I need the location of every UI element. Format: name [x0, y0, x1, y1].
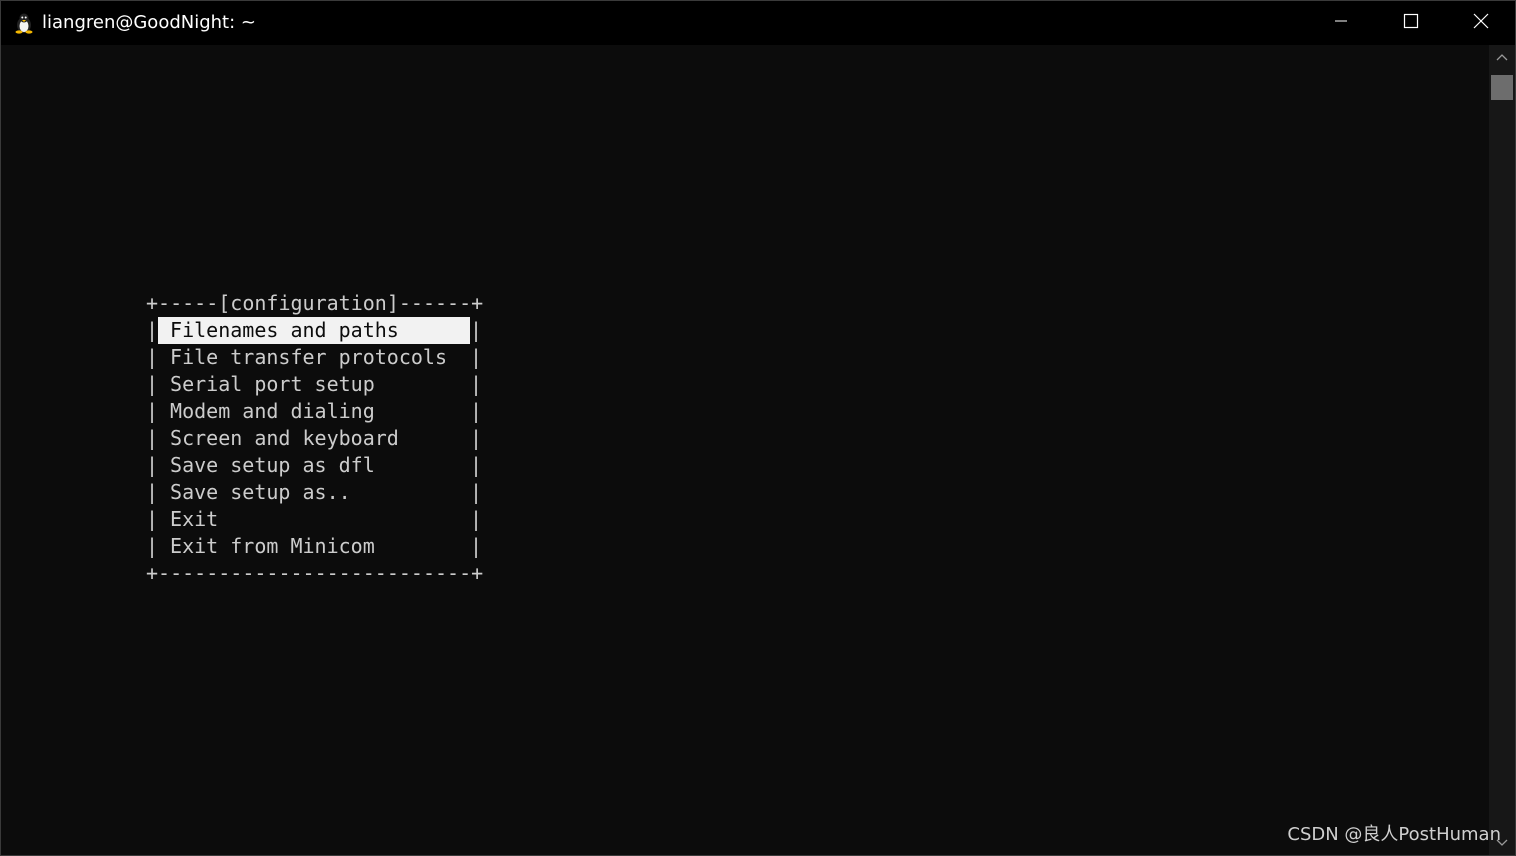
close-button[interactable]	[1446, 1, 1515, 45]
menu-item-label[interactable]: Exit	[158, 506, 470, 533]
vertical-scrollbar[interactable]	[1489, 45, 1515, 855]
window-title: liangren@GoodNight: ~	[42, 12, 256, 33]
menu-border-left: |	[146, 345, 159, 369]
menu-item-label[interactable]: Exit from Minicom	[158, 533, 470, 560]
menu-item[interactable]: | Screen and keyboard |	[146, 425, 482, 452]
menu-item-label[interactable]: File transfer protocols	[158, 344, 470, 371]
menu-item-label[interactable]: Filenames and paths	[158, 317, 471, 344]
linux-penguin-icon	[13, 12, 35, 34]
menu-border-left: |	[146, 534, 159, 558]
menu-border-left: |	[146, 480, 159, 504]
maximize-icon	[1403, 13, 1419, 34]
menu-border-right: |	[470, 534, 483, 558]
close-icon	[1472, 12, 1490, 35]
menu-border-right: |	[470, 453, 483, 477]
menu-border-right: |	[470, 345, 483, 369]
terminal-area[interactable]: +-----[configuration]------+ | Filenames …	[1, 45, 1489, 855]
menu-top-border: +-----[configuration]------+	[146, 291, 484, 315]
menu-item-label[interactable]: Modem and dialing	[158, 398, 470, 425]
menu-item[interactable]: | Save setup as dfl |	[146, 452, 482, 479]
menu-border-left: |	[146, 453, 159, 477]
menu-item[interactable]: | Save setup as.. |	[146, 479, 482, 506]
menu-border-right: |	[470, 507, 483, 531]
scroll-thumb[interactable]	[1491, 75, 1513, 100]
title-bar[interactable]: liangren@GoodNight: ~	[1, 1, 1515, 45]
menu-item[interactable]: | Modem and dialing |	[146, 398, 482, 425]
scroll-up-button[interactable]	[1489, 45, 1515, 69]
menu-item[interactable]: | Exit |	[146, 506, 482, 533]
watermark-text: CSDN @良人PostHuman	[1287, 824, 1501, 845]
menu-border-right: |	[470, 318, 483, 342]
menu-border-right: |	[470, 426, 483, 450]
menu-border-left: |	[146, 372, 159, 396]
menu-item[interactable]: | Serial port setup |	[146, 371, 482, 398]
menu-item-label[interactable]: Serial port setup	[158, 371, 470, 398]
menu-item[interactable]: | File transfer protocols |	[146, 344, 482, 371]
menu-border-right: |	[470, 399, 483, 423]
maximize-button[interactable]	[1376, 1, 1446, 45]
minimize-icon	[1333, 13, 1349, 34]
menu-item[interactable]: | Exit from Minicom |	[146, 533, 482, 560]
menu-item-label[interactable]: Screen and keyboard	[158, 425, 470, 452]
menu-border-left: |	[146, 318, 159, 342]
menu-border-left: |	[146, 507, 159, 531]
chevron-up-icon	[1496, 48, 1508, 66]
minimize-button[interactable]	[1306, 1, 1376, 45]
menu-border-right: |	[470, 480, 483, 504]
terminal-window: liangren@GoodNight: ~ +-----[configurati…	[0, 0, 1516, 856]
menu-border-left: |	[146, 426, 159, 450]
menu-border-right: |	[470, 372, 483, 396]
menu-item-label[interactable]: Save setup as dfl	[158, 452, 470, 479]
menu-bottom-border: +--------------------------+	[146, 561, 484, 585]
menu-item-label[interactable]: Save setup as..	[158, 479, 470, 506]
menu-item[interactable]: | Filenames and paths |	[146, 317, 482, 344]
menu-border-left: |	[146, 399, 159, 423]
